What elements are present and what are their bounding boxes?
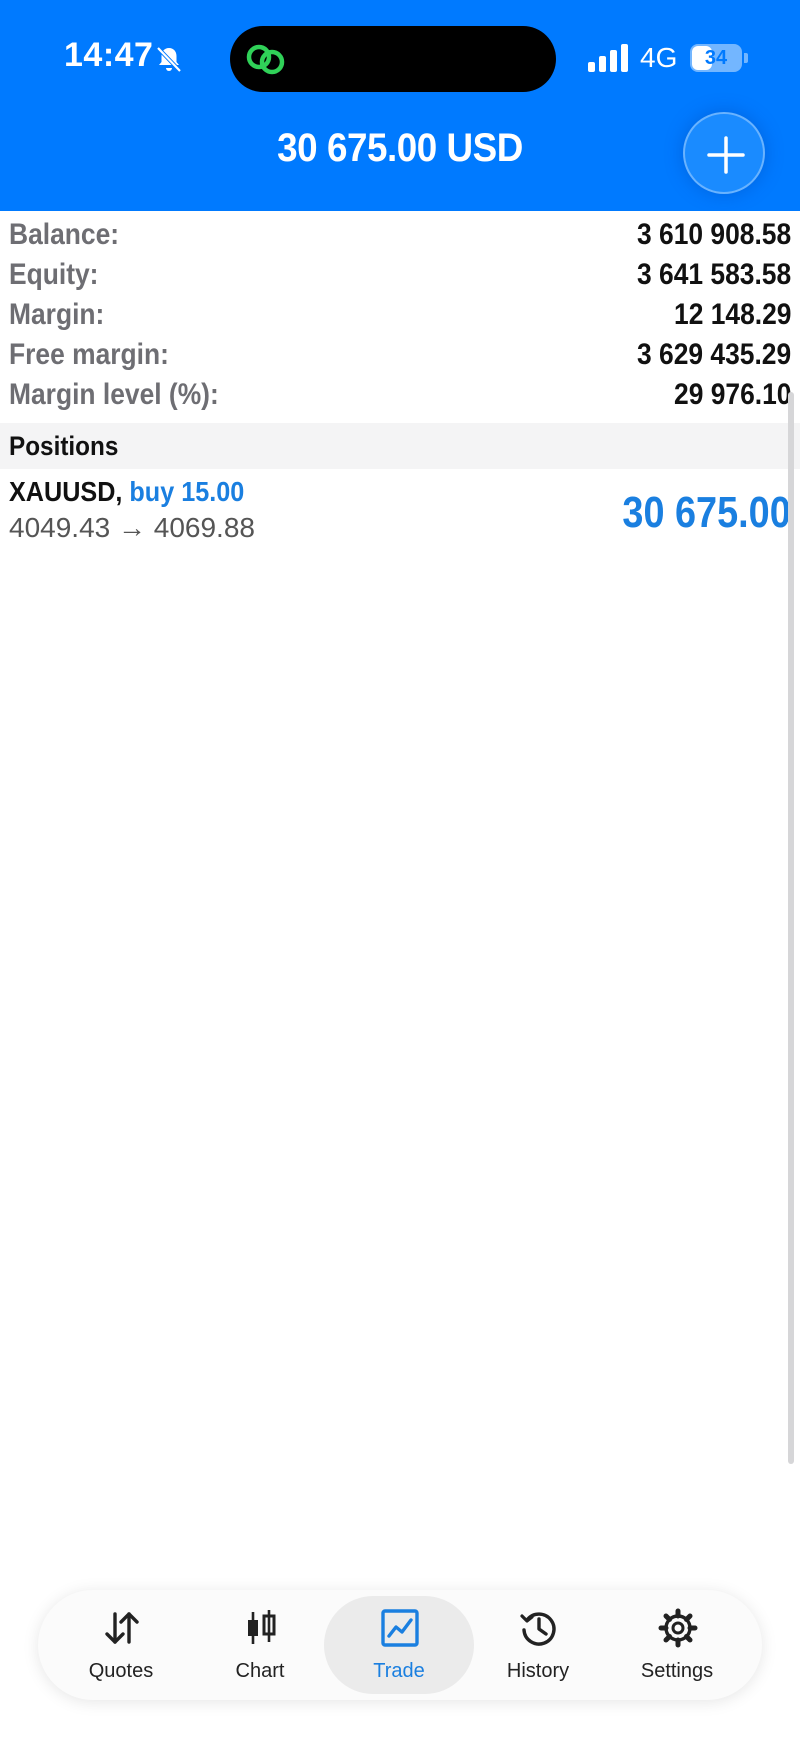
positions-section-header: Positions [0, 423, 800, 469]
position-symbol: XAUUSD, [9, 476, 123, 507]
tab-history[interactable]: History [463, 1596, 613, 1694]
position-prices: 4049.43 → 4069.88 [9, 512, 255, 543]
total-profit-title: 30 675.00 USD [277, 126, 523, 170]
margin-level-row: Margin level (%): 29 976.10 [0, 376, 800, 416]
tab-settings-label: Settings [640, 1660, 714, 1682]
margin-label: Margin: [9, 298, 105, 331]
history-clock-icon [520, 1612, 556, 1646]
positions-header-label: Positions [9, 431, 119, 461]
new-order-button[interactable] [683, 112, 765, 194]
bell-slash-icon [156, 46, 182, 73]
link-icon [246, 44, 285, 75]
plus-icon [707, 136, 745, 174]
balance-label: Balance: [9, 218, 120, 251]
position-row[interactable]: XAUUSD, buy 15.00 4049.43 → 4069.88 30 6… [0, 470, 800, 548]
tab-quotes[interactable]: Quotes [46, 1596, 196, 1694]
signal-icon [588, 44, 628, 72]
gear-icon [658, 1608, 698, 1648]
margin-level-label: Margin level (%): [9, 378, 219, 411]
free-margin-label: Free margin: [9, 338, 169, 371]
status-time: 14:47 [64, 36, 154, 74]
dynamic-island [230, 26, 556, 92]
battery-level: 34 [704, 47, 728, 69]
position-profit: 30 675.00 [622, 488, 791, 537]
arrows-up-down-icon [105, 1612, 139, 1644]
position-title: XAUUSD, buy 15.00 [9, 476, 244, 508]
balance-value: 3 610 908.58 [636, 218, 791, 251]
bottom-tab-bar: Quotes Chart Trade History Settings [38, 1590, 762, 1700]
candlestick-icon [248, 1610, 276, 1644]
position-side-volume: buy 15.00 [129, 476, 245, 507]
margin-row: Margin: 12 148.29 [0, 296, 800, 336]
margin-value: 12 148.29 [673, 298, 791, 331]
tab-history-label: History [506, 1660, 570, 1682]
free-margin-value: 3 629 435.29 [636, 338, 791, 371]
tab-settings[interactable]: Settings [602, 1596, 752, 1694]
battery-icon: 34 [690, 44, 748, 72]
tab-quotes-label: Quotes [88, 1660, 154, 1682]
balance-row: Balance: 3 610 908.58 [0, 216, 800, 256]
tab-chart-label: Chart [235, 1660, 285, 1682]
free-margin-row: Free margin: 3 629 435.29 [0, 336, 800, 376]
tab-trade-label: Trade [373, 1660, 425, 1682]
tab-chart[interactable]: Chart [185, 1596, 335, 1694]
tab-trade[interactable]: Trade [324, 1596, 474, 1694]
equity-value: 3 641 583.58 [636, 258, 791, 291]
account-summary: Balance: 3 610 908.58 Equity: 3 641 583.… [0, 216, 800, 416]
margin-level-value: 29 976.10 [673, 378, 791, 411]
top-header: 14:47 4G 34 30 675.00 USD [0, 0, 800, 211]
scrollbar[interactable] [788, 392, 794, 1464]
equity-row: Equity: 3 641 583.58 [0, 256, 800, 296]
trade-chart-icon [381, 1609, 419, 1647]
equity-label: Equity: [9, 258, 99, 291]
network-label: 4G [640, 42, 678, 73]
